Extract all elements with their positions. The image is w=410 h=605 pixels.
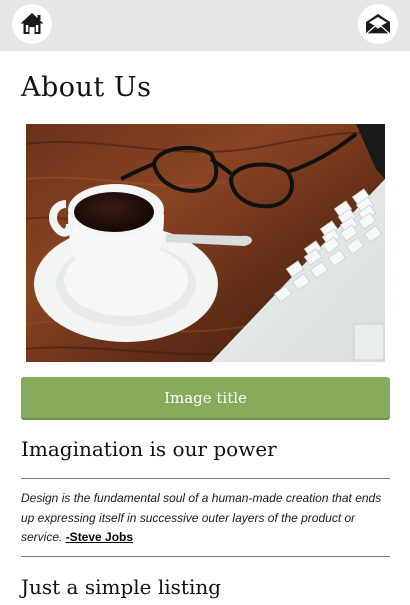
hero-image (26, 124, 385, 362)
home-button[interactable] (12, 4, 52, 44)
section-title-listing: Just a simple listing (21, 575, 222, 599)
envelope-icon (364, 14, 392, 35)
section-title-imagination: Imagination is our power (21, 437, 277, 461)
image-title-button[interactable]: Image title (21, 377, 390, 418)
mail-button[interactable] (358, 4, 398, 44)
top-bar (0, 0, 410, 51)
divider (21, 478, 390, 479)
quote-author-link[interactable]: -Steve Jobs (66, 530, 133, 544)
design-quote: Design is the fundamental soul of a huma… (21, 489, 396, 548)
page-title: About Us (21, 72, 152, 103)
divider (21, 556, 390, 557)
home-icon (20, 13, 44, 34)
